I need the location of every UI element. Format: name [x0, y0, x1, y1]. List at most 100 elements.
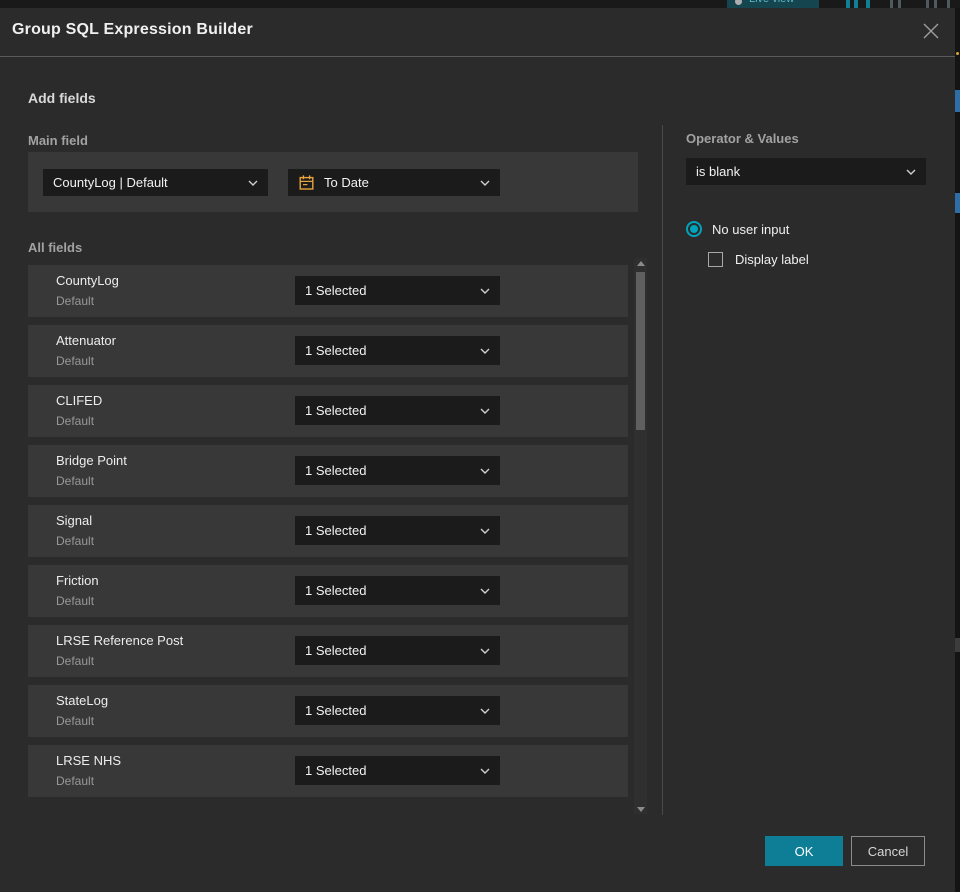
- field-value-select[interactable]: 1 Selected: [295, 696, 500, 725]
- toolbar-icon[interactable]: [934, 0, 937, 8]
- field-subtitle: Default: [56, 714, 95, 728]
- field-row: CLIFED Default 1 Selected: [28, 385, 628, 437]
- field-name: CountyLog: [56, 273, 119, 288]
- group-sql-expression-builder-dialog: Group SQL Expression Builder Add fields …: [0, 8, 955, 892]
- date-field-select[interactable]: To Date: [288, 169, 500, 196]
- main-field-label: Main field: [28, 133, 88, 148]
- no-user-input-radio[interactable]: No user input: [686, 221, 789, 237]
- checkbox-unchecked-icon: [708, 252, 723, 267]
- display-label-checkbox[interactable]: Display label: [708, 252, 809, 267]
- ok-button[interactable]: OK: [765, 836, 843, 866]
- chevron-down-icon: [480, 468, 490, 474]
- field-value-select[interactable]: 1 Selected: [295, 636, 500, 665]
- field-value-select[interactable]: 1 Selected: [295, 396, 500, 425]
- field-value-select-value: 1 Selected: [305, 763, 367, 778]
- chevron-down-icon: [480, 348, 490, 354]
- field-value-select-value: 1 Selected: [305, 703, 367, 718]
- field-row: CountyLog Default 1 Selected: [28, 265, 628, 317]
- field-row: Attenuator Default 1 Selected: [28, 325, 628, 377]
- chevron-down-icon: [480, 180, 490, 186]
- field-subtitle: Default: [56, 774, 95, 788]
- date-field-select-value: To Date: [324, 175, 369, 190]
- scrollbar[interactable]: [634, 258, 647, 814]
- toolbar-icon[interactable]: [947, 0, 950, 8]
- field-name: StateLog: [56, 693, 109, 708]
- field-value-select[interactable]: 1 Selected: [295, 276, 500, 305]
- field-value-select[interactable]: 1 Selected: [295, 756, 500, 785]
- field-value-select-value: 1 Selected: [305, 463, 367, 478]
- field-name: Signal: [56, 513, 93, 528]
- operator-select[interactable]: is blank: [686, 158, 926, 185]
- display-label-text: Display label: [735, 252, 809, 267]
- all-fields-label: All fields: [28, 240, 83, 255]
- field-subtitle: Default: [56, 414, 95, 428]
- chevron-down-icon: [480, 288, 490, 294]
- field-value-select-value: 1 Selected: [305, 343, 367, 358]
- toolbar-icon[interactable]: [866, 0, 870, 8]
- field-subtitle: Default: [56, 354, 95, 368]
- main-field-select[interactable]: CountyLog | Default: [43, 169, 268, 196]
- pause-icon[interactable]: [854, 0, 858, 8]
- background-fragment: [955, 193, 960, 213]
- field-name: Bridge Point: [56, 453, 127, 468]
- field-name: Friction: [56, 573, 99, 588]
- field-name: Attenuator: [56, 333, 116, 348]
- field-row: Friction Default 1 Selected: [28, 565, 628, 617]
- scroll-up-button[interactable]: [634, 258, 647, 268]
- field-subtitle: Default: [56, 594, 95, 608]
- field-name: LRSE Reference Post: [56, 633, 184, 648]
- toolbar-icon[interactable]: [890, 0, 893, 8]
- chevron-down-icon: [248, 180, 258, 186]
- field-subtitle: Default: [56, 474, 95, 488]
- field-value-select[interactable]: 1 Selected: [295, 336, 500, 365]
- field-subtitle: Default: [56, 294, 95, 308]
- field-value-select-value: 1 Selected: [305, 283, 367, 298]
- close-icon: [923, 23, 939, 39]
- field-value-select-value: 1 Selected: [305, 583, 367, 598]
- field-value-select[interactable]: 1 Selected: [295, 516, 500, 545]
- background-app-strip: Live view: [0, 0, 960, 8]
- field-row: Bridge Point Default 1 Selected: [28, 445, 628, 497]
- all-fields-list: CountyLog Default 1 Selected Attenuator …: [28, 265, 628, 814]
- chevron-down-icon: [480, 768, 490, 774]
- field-value-select[interactable]: 1 Selected: [295, 456, 500, 485]
- field-row: LRSE NHS Default 1 Selected: [28, 745, 628, 797]
- background-app-right-strip: [955, 8, 960, 892]
- toolbar-icon[interactable]: [898, 0, 901, 8]
- field-name: CLIFED: [56, 393, 103, 408]
- field-value-select[interactable]: 1 Selected: [295, 576, 500, 605]
- background-fragment: [955, 638, 960, 652]
- live-view-label: Live view: [749, 0, 794, 5]
- field-subtitle: Default: [56, 654, 95, 668]
- no-user-input-label: No user input: [712, 221, 790, 237]
- background-fragment: [956, 52, 959, 55]
- field-row: Signal Default 1 Selected: [28, 505, 628, 557]
- background-fragment: [955, 90, 960, 112]
- toolbar-icon[interactable]: [926, 0, 929, 8]
- calendar-icon: [298, 174, 315, 191]
- pause-icon[interactable]: [846, 0, 850, 8]
- field-row: StateLog Default 1 Selected: [28, 685, 628, 737]
- field-value-select-value: 1 Selected: [305, 403, 367, 418]
- main-field-panel: CountyLog | Default To Date: [28, 152, 638, 212]
- live-view-button[interactable]: Live view: [727, 0, 819, 8]
- field-value-select-value: 1 Selected: [305, 523, 367, 538]
- close-button[interactable]: [920, 21, 942, 43]
- dialog-header: Group SQL Expression Builder: [0, 8, 955, 57]
- field-name: LRSE NHS: [56, 753, 122, 768]
- scrollbar-thumb[interactable]: [636, 272, 645, 430]
- main-field-select-value: CountyLog | Default: [53, 175, 168, 190]
- cancel-button[interactable]: Cancel: [851, 836, 925, 866]
- scroll-down-button[interactable]: [634, 804, 647, 814]
- chevron-down-icon: [480, 588, 490, 594]
- field-row: LRSE Reference Post Default 1 Selected: [28, 625, 628, 677]
- chevron-down-icon: [480, 528, 490, 534]
- operator-select-value: is blank: [696, 164, 741, 179]
- chevron-down-icon: [480, 708, 490, 714]
- operator-values-label: Operator & Values: [686, 131, 799, 146]
- live-dot-icon: [735, 0, 742, 5]
- radio-selected-icon: [686, 221, 702, 237]
- chevron-down-icon: [906, 169, 916, 175]
- field-subtitle: Default: [56, 534, 95, 548]
- dialog-title: Group SQL Expression Builder: [12, 21, 253, 38]
